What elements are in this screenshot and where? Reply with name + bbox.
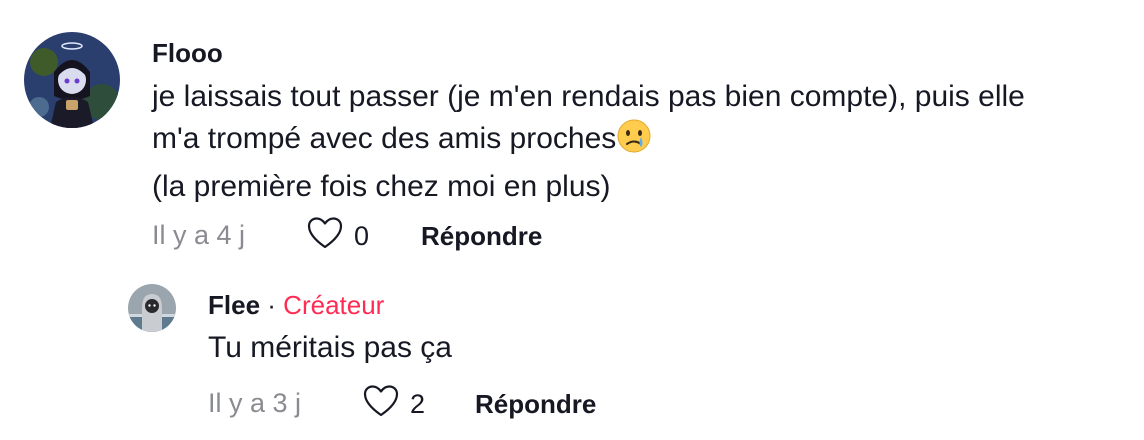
comment-line: je laissais tout passer (je m'en rendais… xyxy=(152,80,1025,113)
comment-line: m'a trompé avec des amis proches xyxy=(152,118,1132,166)
heart-icon[interactable] xyxy=(306,216,344,257)
crying-face-emoji-icon xyxy=(616,118,652,166)
like-button[interactable]: 0 xyxy=(306,216,369,257)
reply-button[interactable]: Répondre xyxy=(421,221,542,252)
timestamp: Il y a 4 j xyxy=(152,220,246,250)
like-count: 2 xyxy=(410,389,426,419)
separator: · xyxy=(267,290,276,320)
username-row: Flee · Créateur xyxy=(208,290,384,321)
comment-line-text: m'a trompé avec des amis proches xyxy=(152,122,617,155)
comment-line: (la première fois chez moi en plus) xyxy=(152,170,611,203)
username[interactable]: Flee xyxy=(208,290,260,320)
timestamp: Il y a 3 j xyxy=(208,388,302,418)
reply-button[interactable]: Répondre xyxy=(475,389,596,420)
like-button[interactable]: 2 xyxy=(362,384,425,425)
avatar[interactable] xyxy=(128,284,176,332)
comment-text: je laissais tout passer (je m'en rendais… xyxy=(152,76,1132,208)
heart-icon[interactable] xyxy=(362,384,400,425)
username[interactable]: Flooo xyxy=(152,38,223,69)
creator-badge: Créateur xyxy=(283,290,385,320)
avatar[interactable] xyxy=(24,32,120,128)
like-count: 0 xyxy=(354,221,370,251)
comment-text: Tu méritais pas ça xyxy=(208,331,452,364)
